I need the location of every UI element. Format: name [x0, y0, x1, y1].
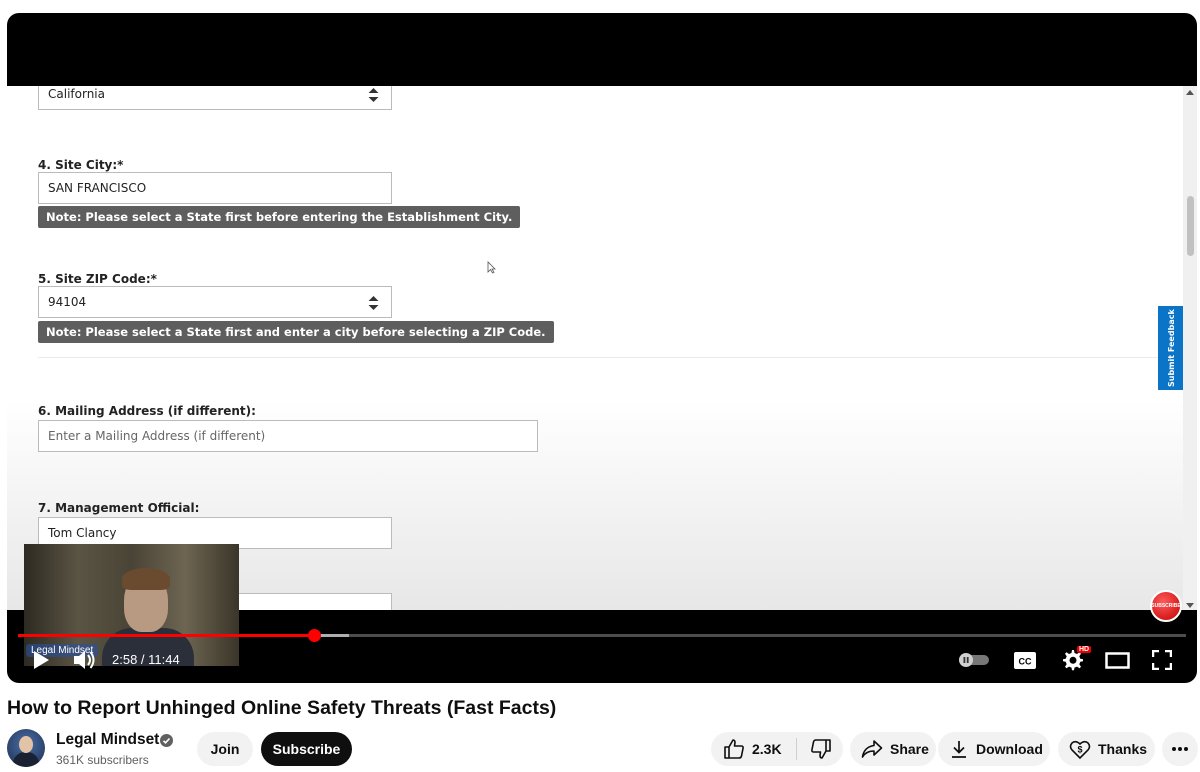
subscribe-label: Subscribe	[272, 741, 341, 757]
select-arrows-icon	[368, 88, 379, 102]
progress-played	[18, 634, 314, 637]
theater-mode-button[interactable]	[1104, 650, 1130, 670]
thanks-icon: $	[1069, 740, 1091, 760]
autoplay-toggle[interactable]	[957, 651, 991, 669]
site-city-input[interactable]: SAN FRANCISCO	[38, 172, 392, 204]
download-label: Download	[976, 741, 1043, 757]
join-label: Join	[210, 741, 240, 757]
captions-icon: CC	[1014, 651, 1036, 669]
verified-icon	[160, 734, 173, 747]
more-actions-button[interactable]	[1162, 732, 1198, 766]
fullscreen-button[interactable]	[1151, 649, 1173, 671]
mute-button[interactable]	[71, 648, 97, 672]
site-city-note: Note: Please select a State first before…	[38, 206, 521, 228]
avatar-face	[19, 736, 33, 753]
download-icon	[952, 741, 966, 758]
svg-text:$: $	[1077, 745, 1082, 755]
like-dislike-divider	[795, 738, 797, 760]
mouse-cursor-icon	[487, 261, 496, 274]
like-button[interactable]: 2.3K	[723, 738, 782, 760]
video-title: How to Report Unhinged Online Safety Thr…	[7, 697, 557, 719]
channel-name[interactable]: Legal Mindset	[56, 731, 159, 749]
channel-avatar[interactable]	[7, 729, 45, 767]
avatar-suit	[13, 752, 39, 767]
scrollbar-thumb[interactable]	[1187, 196, 1194, 256]
theater-icon	[1104, 651, 1130, 669]
mailing-address-label: 6. Mailing Address (if different):	[38, 404, 256, 418]
volume-icon	[74, 651, 95, 669]
state-select-value: California	[48, 87, 105, 101]
mailing-address-input[interactable]: Enter a Mailing Address (if different)	[38, 420, 538, 452]
progress-scrubber[interactable]	[308, 629, 321, 642]
video-player[interactable]: California 4. Site City:* SAN FRANCISCO …	[7, 13, 1197, 683]
thanks-button[interactable]: $ Thanks	[1058, 732, 1155, 766]
site-city-value: SAN FRANCISCO	[48, 181, 147, 195]
scroll-up-icon[interactable]	[1186, 90, 1194, 95]
fullscreen-icon	[1152, 650, 1172, 670]
site-zip-select[interactable]: 94104	[38, 286, 392, 318]
site-zip-label: 5. Site ZIP Code:*	[38, 272, 157, 286]
submit-feedback-tab[interactable]: Submit Feedback	[1158, 306, 1185, 390]
section-divider	[38, 357, 1168, 358]
thanks-label: Thanks	[1098, 741, 1148, 757]
dislike-button[interactable]	[810, 738, 832, 760]
like-icon	[724, 739, 744, 759]
like-dislike-group: 2.3K	[711, 732, 843, 766]
subscriber-count: 361K subscribers	[56, 753, 149, 767]
dislike-icon	[810, 739, 831, 759]
more-icon	[1172, 747, 1188, 751]
autoplay-toggle-icon	[959, 653, 989, 667]
site-city-label: 4. Site City:*	[38, 158, 124, 172]
subscribe-watermark[interactable]: SUBSCRIBE	[1150, 590, 1182, 622]
management-official-label: 7. Management Official:	[38, 501, 200, 515]
share-button[interactable]: Share	[850, 732, 936, 766]
svg-text:CC: CC	[1019, 656, 1032, 666]
subscribe-button[interactable]: Subscribe	[261, 732, 352, 766]
like-count: 2.3K	[752, 741, 782, 757]
share-label: Share	[890, 741, 929, 757]
page-scrollbar[interactable]	[1183, 86, 1197, 610]
download-button[interactable]: Download	[938, 732, 1050, 766]
play-button[interactable]	[29, 648, 53, 672]
play-icon	[34, 651, 49, 669]
captions-button[interactable]: CC	[1013, 650, 1037, 670]
progress-bar[interactable]	[18, 634, 1186, 637]
share-icon	[861, 740, 883, 758]
hd-badge: HD	[1077, 646, 1092, 653]
video-frame[interactable]: California 4. Site City:* SAN FRANCISCO …	[7, 86, 1197, 610]
state-select[interactable]: California	[38, 86, 392, 110]
site-zip-note: Note: Please select a State first and en…	[38, 321, 554, 343]
time-display: 2:58 / 11:44	[112, 652, 180, 667]
presenter-hair	[122, 568, 170, 590]
presenter-webcam: Legal Mindset	[24, 544, 239, 666]
select-arrows-icon	[368, 296, 379, 310]
mailing-address-placeholder: Enter a Mailing Address (if different)	[48, 429, 266, 443]
management-official-value: Tom Clancy	[48, 526, 117, 540]
scroll-down-icon[interactable]	[1186, 603, 1194, 608]
site-zip-value: 94104	[48, 295, 87, 309]
join-button[interactable]: Join	[197, 732, 253, 766]
